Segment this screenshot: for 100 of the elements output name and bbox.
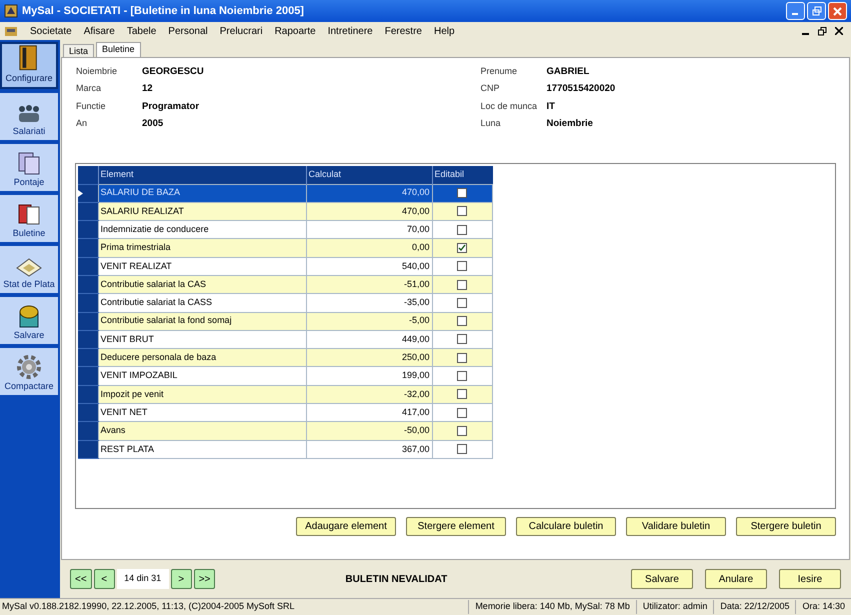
menu-item[interactable]: Rapoarte (274, 24, 316, 38)
table-cell: Prima trimestriala (98, 238, 306, 258)
current-row-icon (78, 190, 83, 197)
table-row[interactable]: Contributie salariat la CAS -51,00 (78, 275, 492, 294)
action-button[interactable]: Stergere buletin (736, 517, 836, 536)
action-button[interactable]: Validare buletin (626, 517, 726, 536)
table-row[interactable]: VENIT NET 417,00 (78, 404, 492, 422)
table-cell: 0,00 (306, 238, 432, 258)
checkbox[interactable] (457, 426, 468, 436)
action-button[interactable]: Adaugare element (296, 517, 396, 536)
dialog-button[interactable]: Salvare (631, 569, 693, 589)
dialog-button[interactable]: Iesire (779, 569, 841, 589)
table-row[interactable]: Contributie salariat la fond somaj -5,00 (78, 312, 492, 330)
checkbox[interactable] (457, 224, 468, 235)
tray-icon (15, 256, 43, 278)
table-row[interactable]: VENIT IMPOZABIL 199,00 (78, 366, 492, 386)
checkbox[interactable] (457, 352, 468, 363)
table-row[interactable]: REST PLATA 367,00 (78, 440, 492, 458)
field-value: Noiembrie (546, 116, 593, 131)
menu-item[interactable]: Tabele (126, 24, 156, 38)
field-value: Programator (142, 100, 200, 114)
menu-item[interactable]: Afisare (84, 24, 115, 38)
minimize-button[interactable] (786, 2, 805, 20)
table-row[interactable]: Impozit pe venit -32,00 (78, 385, 492, 404)
table-cell: Contributie salariat la CASS (98, 294, 306, 312)
table-cell: -35,00 (306, 294, 432, 312)
first-button[interactable]: << (70, 569, 92, 589)
field-label: Marca (76, 82, 102, 96)
last-button[interactable]: >> (194, 569, 216, 589)
sidebar-item[interactable]: Configurare (0, 42, 58, 89)
record-position: 14 din 31 (116, 569, 169, 589)
close-button[interactable] (828, 2, 847, 20)
sidebar-item[interactable]: Salvare (0, 297, 58, 344)
menu-item[interactable]: Ferestre (384, 24, 422, 38)
menu-item[interactable]: Help (434, 24, 455, 38)
action-button[interactable]: Calculare buletin (516, 517, 616, 536)
field-label: Loc de munca (480, 100, 538, 112)
menu-item[interactable]: Personal (168, 24, 208, 38)
table-row[interactable]: Prima trimestriala 0,00 (78, 238, 492, 258)
field-value: GEORGESCU (142, 65, 204, 79)
menu-item[interactable]: Prelucrari (220, 24, 263, 38)
menu-item[interactable]: Societate (30, 24, 72, 38)
row-header[interactable] (78, 184, 98, 202)
dialog-button[interactable]: Anulare (705, 569, 767, 589)
status-text: Utilizator: admin (636, 600, 714, 614)
checkbox[interactable] (457, 334, 468, 344)
restore-icon[interactable] (818, 26, 827, 36)
table-row[interactable]: VENIT REALIZAT 540,00 (78, 257, 492, 276)
table-cell: VENIT IMPOZABIL (98, 366, 306, 386)
status-text: Ora: 14:30 (795, 600, 851, 614)
checkbox[interactable] (457, 188, 468, 198)
maximize-button[interactable] (807, 2, 826, 20)
close-icon[interactable] (835, 27, 843, 35)
field-label: Functie (76, 100, 107, 112)
status-text: MySal v0.188.2182.19990, 22.12.2005, 11:13, (C)2004-2005 MySoft SRL (1, 600, 296, 614)
folders-icon (16, 150, 42, 176)
column-header[interactable]: Editabil (432, 166, 492, 184)
checkbox[interactable] (457, 370, 468, 381)
checkbox[interactable] (457, 408, 468, 418)
field-label: Prenume (480, 65, 518, 78)
checkbox[interactable] (457, 316, 468, 326)
table-cell: Avans (98, 422, 306, 440)
sidebar-item[interactable]: Stat de Plata (0, 246, 58, 293)
sidebar-item[interactable]: Compactare (0, 348, 58, 395)
checkbox[interactable] (457, 242, 468, 253)
field-value: 1770515420020 (546, 82, 616, 96)
table-cell: -50,00 (306, 422, 432, 440)
close-icon (833, 6, 842, 16)
table-cell: VENIT REALIZAT (98, 257, 306, 276)
field-value: 12 (142, 82, 153, 96)
status-text: Memorie libera: 140 Mb, MySal: 78 Mb (468, 600, 636, 614)
tab[interactable]: Buletine (96, 42, 141, 57)
table-row[interactable]: Indemnizatie de conducere 70,00 (78, 220, 492, 239)
table-row[interactable]: VENIT BRUT 449,00 (78, 330, 492, 349)
action-button[interactable]: Stergere element (406, 517, 506, 536)
table-row[interactable]: Deducere personala de baza 250,00 (78, 348, 492, 367)
table-row[interactable]: Avans -50,00 (78, 422, 492, 440)
sidebar-item[interactable]: Salariati (0, 93, 58, 140)
table-row[interactable]: SALARIU DE BAZA 470,00 (78, 184, 492, 202)
field-value: 2005 (142, 116, 164, 131)
sidebar-item[interactable]: Pontaje (0, 144, 58, 191)
menu-item[interactable]: Intretinere (328, 24, 373, 38)
sidebar-item[interactable]: Buletine (0, 195, 58, 242)
checkbox[interactable] (457, 280, 468, 290)
table-row[interactable]: Contributie salariat la CASS -35,00 (78, 294, 492, 312)
table-cell: Contributie salariat la fond somaj (98, 312, 306, 330)
column-header[interactable]: Element (98, 166, 306, 184)
tab[interactable]: Lista (63, 44, 94, 57)
table-row[interactable]: SALARIU REALIZAT 470,00 (78, 202, 492, 221)
checkbox[interactable] (457, 389, 468, 400)
table-cell: REST PLATA (98, 440, 306, 458)
checkbox[interactable] (457, 298, 468, 308)
column-header[interactable]: Calculat (306, 166, 432, 184)
next-button[interactable]: > (170, 569, 192, 589)
checkbox[interactable] (457, 261, 468, 272)
checkbox[interactable] (457, 444, 468, 454)
checkbox[interactable] (457, 206, 468, 216)
field-value: IT (546, 100, 555, 114)
app-menu-icon[interactable] (4, 25, 18, 37)
previous-button[interactable]: < (94, 569, 115, 589)
